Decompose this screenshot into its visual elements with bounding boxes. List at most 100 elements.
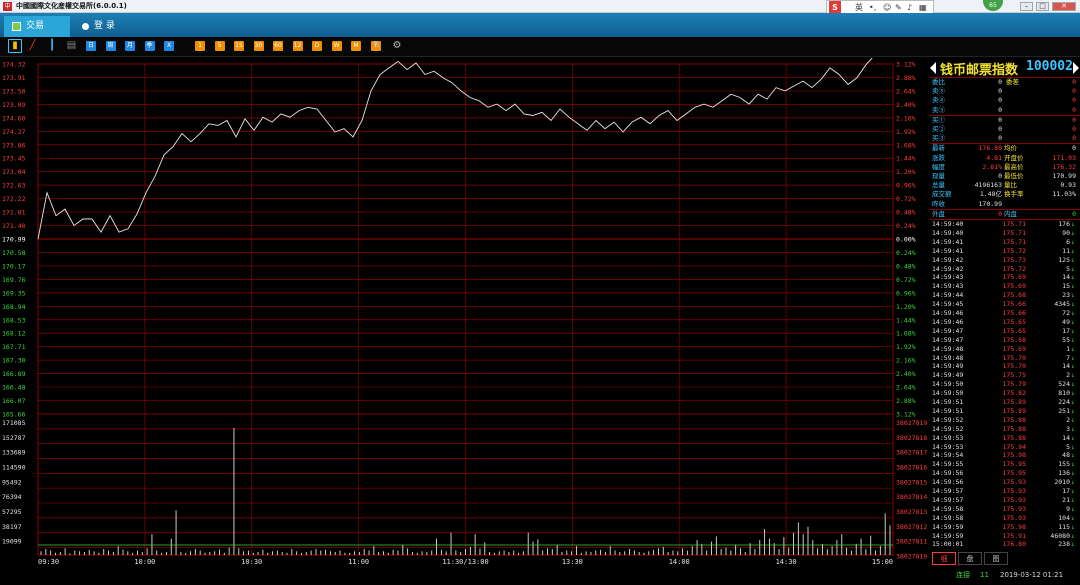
tab-trade[interactable]: 交易 [4, 16, 70, 37]
period-120-icon[interactable]: 12 [292, 41, 303, 51]
day-icon[interactable]: 日 [86, 41, 96, 51]
close-button[interactable]: ✕ [1052, 2, 1076, 11]
prev-symbol-icon[interactable] [930, 62, 936, 74]
tick-time: 14:59:59 [932, 531, 964, 540]
status-bar: 连接 11 2019-03-12 01:21 [930, 568, 1080, 582]
tick-price: 175.98 [1002, 522, 1026, 531]
tick-row: 14:59:40 175.71 176 ↓ [930, 220, 1080, 229]
panel-tabs: 细 盘 图 [930, 552, 1080, 567]
tick-time: 14:59:48 [932, 344, 964, 353]
orderbook-volume: 0 [1072, 78, 1076, 86]
week-icon[interactable]: 周 [105, 41, 116, 51]
pct-tick-label: 0.48% [896, 209, 916, 217]
tick-row: 14:59:43 175.69 14 ↓ [930, 273, 1080, 282]
period-1-icon[interactable]: 1 [195, 41, 205, 51]
quote-value-2: 0 [1072, 144, 1076, 153]
pct-tick-label: 2.88% [896, 397, 916, 405]
tick-price: 175.93 [1002, 513, 1026, 522]
period-w-icon[interactable]: W [331, 41, 342, 51]
pct-tick-label: 1.20% [896, 168, 916, 176]
pct-tick-label: 1.20% [896, 303, 916, 311]
period-30-icon[interactable]: 30 [253, 41, 264, 51]
quote-row: 成交额 1.48亿 换手率 11.03% [930, 190, 1080, 199]
tick-direction-icon: ↓ [1071, 344, 1075, 353]
period-60-icon[interactable]: 60 [273, 41, 283, 51]
pct-tick-label: 2.88% [896, 74, 916, 82]
period-m-icon[interactable]: M [351, 41, 361, 51]
tick-volume: 4345 [1054, 300, 1070, 309]
period-5-icon[interactable]: 5 [214, 41, 225, 51]
connection-count: 11 [980, 571, 989, 579]
intraday-chart: 174.32 3.12% 173.91 2.88% 173.50 2.64% 173.09 2… [2, 58, 927, 566]
maximize-button[interactable]: □ [1036, 2, 1049, 11]
tick-time: 14:59:49 [932, 362, 964, 371]
tick-volume: 15 [1062, 282, 1070, 291]
tab-detail[interactable]: 细 [932, 552, 956, 565]
table-icon[interactable]: ▤ [67, 41, 77, 51]
tab-login[interactable]: 登 录 [80, 16, 115, 37]
tick-time: 14:59:59 [932, 522, 964, 531]
tick-price: 175.88 [1002, 433, 1026, 442]
tick-price: 175.93 [1002, 487, 1026, 495]
settings-gear-icon[interactable]: ⚙ [392, 41, 402, 51]
x-icon[interactable]: X [164, 41, 174, 51]
tick-volume: 3 [1066, 424, 1070, 433]
tick-direction-icon: ↓ [1071, 460, 1075, 469]
orderbook-volume: 0 [1072, 115, 1076, 124]
pct-tick-label: 0.96% [896, 182, 916, 190]
orderbook-label: 委比 [932, 78, 945, 86]
tab-chart[interactable]: 图 [984, 552, 1008, 565]
tick-direction-icon: ↓ [1071, 513, 1075, 522]
tick-time: 14:59:53 [932, 442, 964, 451]
tick-time: 14:59:46 [932, 309, 964, 317]
tab-orderbook[interactable]: 盘 [958, 552, 982, 565]
tick-volume: 176 [1058, 220, 1070, 228]
tick-price: 175.66 [1002, 309, 1026, 317]
symbol-header: 钱币邮票指数 100002 [930, 58, 1080, 78]
tick-row: 14:59:41 175.72 11 ↓ [930, 247, 1080, 256]
tick-direction-icon: ↓ [1071, 380, 1075, 389]
tick-row: 14:59:51 175.89 251 ↓ [930, 407, 1080, 416]
tick-time: 14:59:46 [932, 317, 964, 326]
quote-row: 现量 0 最低价 170.99 [930, 172, 1080, 181]
next-symbol-icon[interactable] [1073, 62, 1079, 74]
tick-row: 14:59:52 175.88 3 ↓ [930, 425, 1080, 434]
tick-row: 14:59:56 175.93 2010 ↓ [930, 478, 1080, 487]
price-tick-label: 170.17 [2, 262, 26, 270]
period-d-icon[interactable]: D [312, 41, 322, 51]
tick-price: 175.75 [1002, 371, 1026, 380]
tick-row: 14:59:50 175.82 810 ↓ [930, 389, 1080, 398]
tick-price: 175.72 [1002, 264, 1026, 273]
price-tick-label: 172.63 [2, 182, 26, 190]
period-15-icon[interactable]: 15 [234, 41, 244, 51]
candlestick-icon[interactable]: ┃ [47, 41, 57, 51]
pct-tick-label: 3.12% [896, 411, 916, 419]
line-chart-icon[interactable]: ╱ [28, 41, 38, 51]
quote-value: 4.81 [986, 153, 1002, 162]
tick-direction-icon: ↓ [1071, 228, 1075, 237]
minimize-button[interactable]: – [1020, 2, 1033, 11]
price-tick-label: 165.66 [2, 411, 26, 419]
tick-direction-icon: ↓ [1071, 335, 1075, 344]
outer-value: 0 [998, 209, 1002, 218]
quote-value-2: 171.03 [1052, 153, 1076, 162]
volume-tick-label: 114590 [2, 464, 26, 472]
volume-right-tick-label: 38027812 [896, 523, 927, 531]
tick-direction-icon: ↓ [1071, 433, 1075, 442]
tick-direction-icon: ↓ [1071, 442, 1075, 451]
tick-volume: 46080 [1050, 531, 1070, 540]
price-tick-label: 167.71 [2, 343, 26, 351]
draw-icon[interactable]: ✎ [372, 41, 382, 51]
bar-chart-icon[interactable]: ▮ [8, 39, 22, 53]
tick-volume: 2 [1066, 415, 1070, 424]
quote-label: 成交额 [932, 190, 952, 199]
month-icon[interactable]: 月 [125, 41, 135, 51]
tick-time: 14:59:48 [932, 353, 964, 362]
tick-row: 14:59:45 175.66 4345 ↓ [930, 300, 1080, 309]
price-tick-label: 168.94 [2, 303, 26, 311]
tick-direction-icon: ↓ [1071, 406, 1075, 415]
tick-row: 14:59:55 175.95 155 ↓ [930, 460, 1080, 469]
season-icon[interactable]: 季 [144, 41, 155, 51]
status-datetime: 2019-03-12 01:21 [1000, 571, 1064, 579]
tick-direction-icon: ↓ [1071, 415, 1075, 424]
